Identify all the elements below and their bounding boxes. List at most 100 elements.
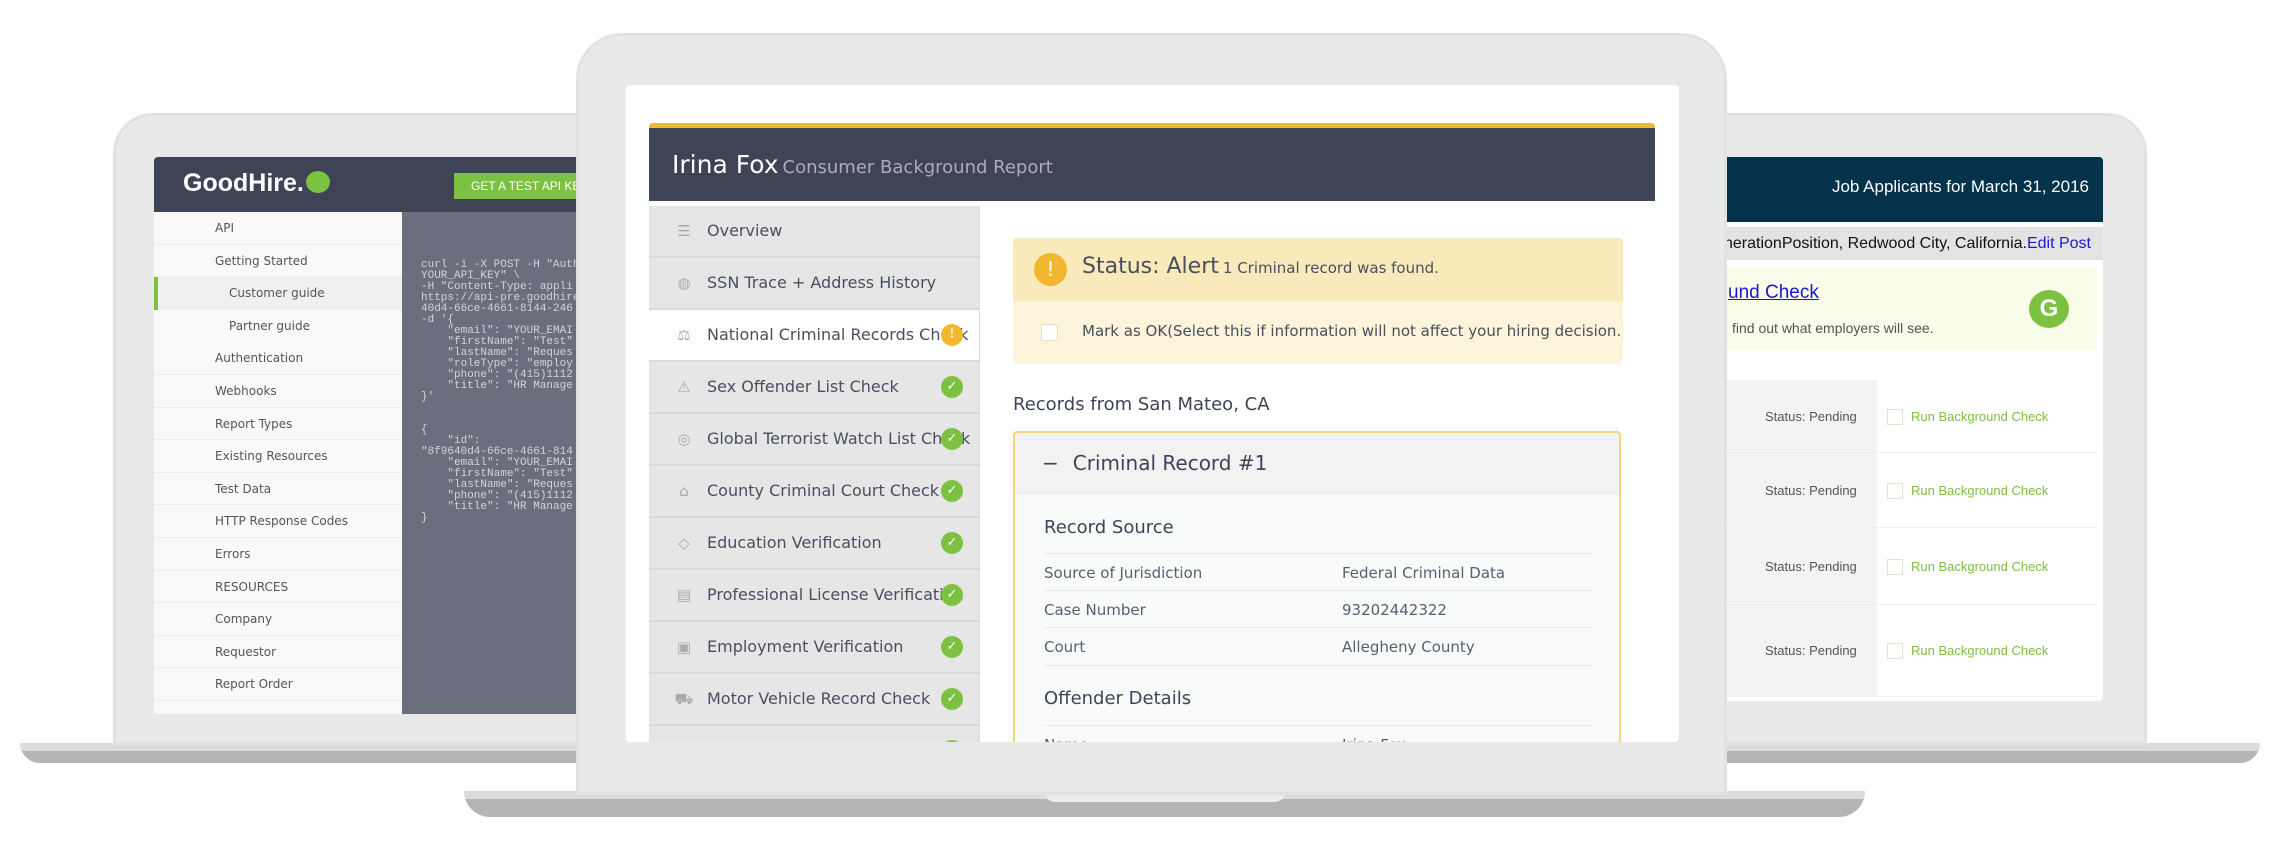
applicant-status: Status: Pending: [1765, 483, 1857, 498]
report-nav-label: National Criminal Records Check: [707, 325, 969, 344]
check-badge-icon: ✓: [941, 740, 963, 742]
briefcase-icon: ▣: [676, 638, 692, 656]
position-prefix: neration: [1723, 235, 1782, 252]
record-label: Court: [1044, 638, 1086, 656]
report-nav-item[interactable]: ◍ SSN Trace + Address History: [649, 258, 979, 310]
record-row: Source of Jurisdiction Federal Criminal D…: [1044, 553, 1594, 591]
run-background-check-link[interactable]: Run Background Check: [1911, 643, 2048, 658]
check-badge-icon: ✓: [941, 584, 963, 606]
run-background-check-link[interactable]: Run Background Check: [1911, 559, 2048, 574]
docs-nav-item[interactable]: Existing Resources: [154, 440, 402, 473]
docs-header: GoodHire. GET A TEST API KEY: [154, 157, 584, 212]
docs-nav-item[interactable]: Partner guide: [154, 310, 402, 343]
center-laptop-screen: Irina Fox Consumer Background Report ☰ Ove…: [626, 85, 1679, 742]
record-row: Court Allegheny County: [1044, 627, 1594, 665]
criminal-record-card: − Criminal Record #1 Record Source Source…: [1013, 431, 1621, 742]
report-nav-label: Global Terrorist Watch List Check: [707, 429, 971, 448]
check-badge-icon: ✓: [941, 376, 963, 398]
applicant-status: Status: Pending: [1765, 409, 1857, 424]
report-nav-item[interactable]: ▣ Employment Verification ✓: [649, 622, 979, 674]
get-test-api-key-button[interactable]: GET A TEST API KEY: [454, 173, 584, 199]
list-icon: ☰: [677, 222, 691, 240]
docs-nav-item[interactable]: Webhooks: [154, 375, 402, 408]
docs-nav-item[interactable]: Getting Started: [154, 245, 402, 278]
goodhire-logo[interactable]: GoodHire.: [183, 169, 330, 198]
report-nav-item[interactable]: ☰ Overview: [649, 206, 979, 258]
docs-nav-item[interactable]: Report Types: [154, 408, 402, 441]
scales-icon: ⚖: [677, 326, 691, 344]
divider: [1044, 665, 1594, 666]
collapse-icon: −: [1042, 451, 1059, 475]
criminal-record-toggle[interactable]: − Criminal Record #1: [1015, 433, 1619, 495]
report-nav-label: Education Verification: [707, 533, 882, 552]
status-message: 1 Criminal record was found.: [1222, 259, 1439, 277]
report-nav-label: Sex Offender List Check: [707, 377, 899, 396]
run-check-checkbox[interactable]: [1887, 483, 1903, 499]
record-value: Irina Fox: [1342, 726, 1406, 742]
report-nav-item[interactable]: ◎ Global Terrorist Watch List Check ✓: [649, 414, 979, 466]
record-label: Source of Jurisdiction: [1044, 564, 1203, 582]
record-value: Allegheny County: [1342, 638, 1475, 656]
docs-nav-item[interactable]: Errors: [154, 538, 402, 571]
docs-nav-item[interactable]: Test Data: [154, 473, 402, 506]
check-badge-icon: ✓: [941, 688, 963, 710]
record-label: Case Number: [1044, 601, 1146, 619]
report-main: ! Status: Alert 1 Criminal record was fou…: [980, 206, 1655, 742]
mark-as-ok-checkbox[interactable]: [1041, 324, 1058, 341]
courthouse-icon: ⌂: [679, 482, 689, 500]
report-nav-item[interactable]: ⚠ Sex Offender List Check ✓: [649, 362, 979, 414]
report-nav-item[interactable]: ⌂ County Criminal Court Check ✓: [649, 466, 979, 518]
report-header: Irina Fox Consumer Background Report: [649, 128, 1655, 201]
alert-badge-icon: !: [941, 324, 963, 346]
criminal-record-title: Criminal Record #1: [1072, 451, 1268, 475]
goodhire-g-logo: G: [2029, 290, 2069, 328]
docs-nav-item[interactable]: HTTP Response Codes: [154, 505, 402, 538]
docs-nav-item[interactable]: Company: [154, 603, 402, 636]
report-nav-label: Employment Verification: [707, 637, 904, 656]
applicant-status: Status: Pending: [1765, 559, 1857, 574]
docs-nav-item[interactable]: Authentication: [154, 342, 402, 375]
exclamation-icon: !: [1034, 253, 1067, 286]
docs-nav-item[interactable]: API: [154, 212, 402, 245]
report-nav-item[interactable]: ⛟ Motor Vehicle Record Check ✓: [649, 674, 979, 726]
report-nav-item[interactable]: ▤ Professional License Verification ✓: [649, 570, 979, 622]
background-check-link[interactable]: und Check: [1728, 282, 2028, 304]
mark-as-ok-label[interactable]: Mark as OK: [1082, 322, 1167, 340]
speech-bubble-icon: [305, 171, 330, 193]
records-heading: Records from San Mateo, CA: [1013, 394, 1270, 415]
graduation-cap-icon: ◇: [678, 534, 690, 552]
report-nav-label: Professional License Verification: [707, 585, 964, 604]
check-badge-icon: ✓: [941, 428, 963, 450]
run-check-checkbox[interactable]: [1887, 643, 1903, 659]
record-row: Case Number 93202442322: [1044, 590, 1594, 628]
record-value: 93202442322: [1342, 601, 1447, 619]
report-subtitle: Consumer Background Report: [782, 157, 1053, 178]
docs-sidebar: API Getting Started Customer guide Partner …: [154, 212, 402, 714]
run-background-check-link[interactable]: Run Background Check: [1911, 483, 2048, 498]
run-check-checkbox[interactable]: [1887, 559, 1903, 575]
position-text: Position, Redwood City, California.: [1781, 235, 2027, 252]
docs-nav-item[interactable]: Report Order: [154, 668, 402, 701]
edit-post-link[interactable]: Edit Post: [2027, 235, 2091, 252]
code-sample: curl -i -X POST -H "Auth YOUR_API_KEY" \…: [402, 212, 584, 714]
report-sidebar: ☰ Overview ◍ SSN Trace + Address History ⚖ Na…: [649, 206, 980, 742]
banner-text: find out what employers will see.: [1732, 320, 1934, 336]
report-nav-item[interactable]: ✓: [649, 726, 979, 742]
docs-nav-item[interactable]: Requestor: [154, 636, 402, 669]
left-laptop-screen: GoodHire. GET A TEST API KEY API Getting …: [154, 157, 584, 714]
report-nav-label: Motor Vehicle Record Check: [707, 689, 931, 708]
docs-nav-item[interactable]: Customer guide: [154, 277, 402, 310]
report-nav-label: SSN Trace + Address History: [707, 273, 937, 292]
license-icon: ▤: [676, 586, 692, 604]
report-nav-item[interactable]: ◇ Education Verification ✓: [649, 518, 979, 570]
mark-as-ok-hint: (Select this if information will not aff…: [1167, 322, 1623, 340]
offender-details-heading: Offender Details: [1044, 688, 1192, 709]
status-label: Status: Alert: [1082, 254, 1219, 279]
report-nav-item[interactable]: ⚖ National Criminal Records Check!: [649, 310, 979, 362]
fingerprint-icon: ◍: [677, 274, 691, 292]
docs-nav-item[interactable]: RESOURCES: [154, 571, 402, 604]
check-badge-icon: ✓: [941, 480, 963, 502]
run-check-checkbox[interactable]: [1887, 409, 1903, 425]
offender-row: Name Irina Fox: [1044, 725, 1594, 742]
run-background-check-link[interactable]: Run Background Check: [1911, 409, 2048, 424]
